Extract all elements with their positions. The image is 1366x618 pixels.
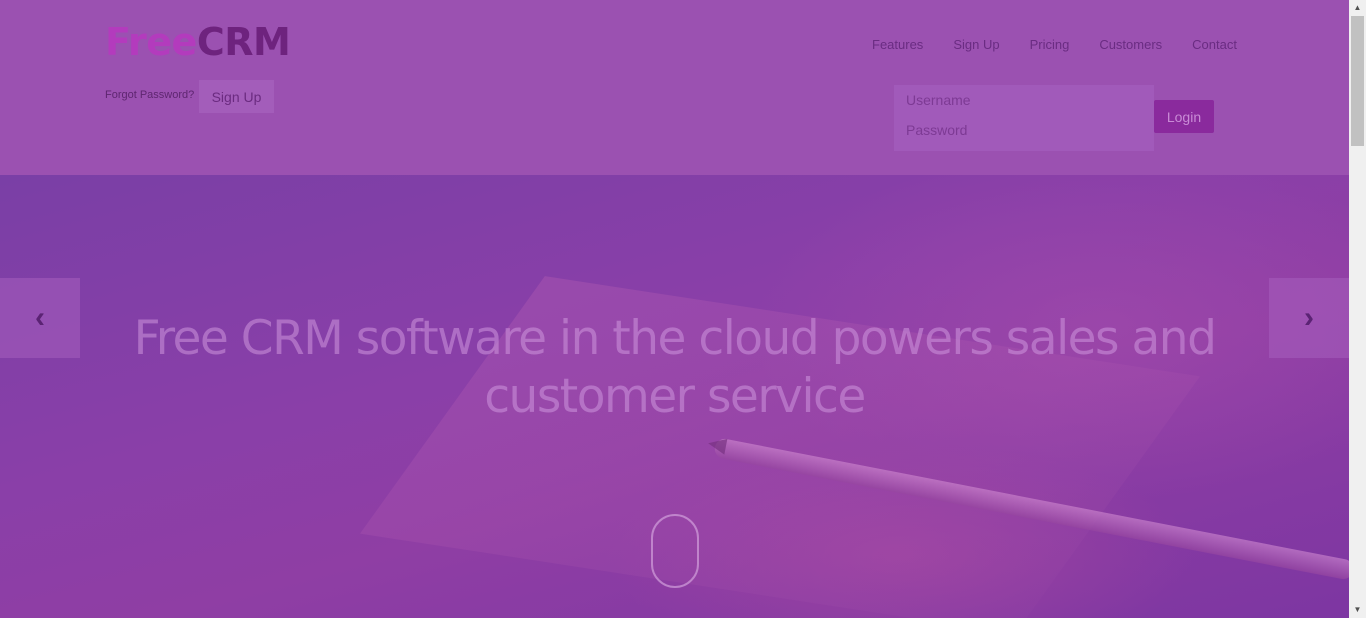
login-form [894,85,1158,151]
scroll-down-arrow-icon[interactable]: ▼ [1349,602,1366,618]
logo-free-text: Free [105,20,197,64]
hero-carousel: Free CRM software in the cloud powers sa… [0,175,1349,618]
scrollbar-thumb[interactable] [1351,16,1364,146]
carousel-prev-button[interactable]: ‹ [0,278,80,358]
scroll-down-mouse-icon[interactable] [651,514,699,588]
page: FreeCRM Features Sign Up Pricing Custome… [0,0,1349,618]
chevron-left-icon: ‹ [35,301,45,334]
nav-pricing[interactable]: Pricing [1030,37,1070,52]
nav-features[interactable]: Features [872,37,923,52]
carousel-next-button[interactable]: › [1269,278,1349,358]
login-button[interactable]: Login [1154,100,1214,133]
nav-sign-up[interactable]: Sign Up [953,37,999,52]
scroll-up-arrow-icon[interactable]: ▲ [1349,0,1366,16]
main-nav: Features Sign Up Pricing Customers Conta… [872,37,1237,52]
page-scrollbar[interactable]: ▲ ▼ [1349,0,1366,618]
password-input[interactable] [894,115,1158,145]
sign-up-button[interactable]: Sign Up [199,80,274,113]
username-input[interactable] [894,85,1158,115]
hero-headline: Free CRM software in the cloud powers sa… [133,311,1217,425]
hero-background-pen-tip [706,435,728,455]
forgot-password-link[interactable]: Forgot Password? [105,89,194,101]
nav-contact[interactable]: Contact [1192,37,1237,52]
nav-customers[interactable]: Customers [1099,37,1162,52]
logo[interactable]: FreeCRM [105,20,291,64]
chevron-right-icon: › [1304,301,1314,334]
site-header: FreeCRM Features Sign Up Pricing Custome… [0,0,1349,175]
logo-crm-text: CRM [196,20,291,64]
